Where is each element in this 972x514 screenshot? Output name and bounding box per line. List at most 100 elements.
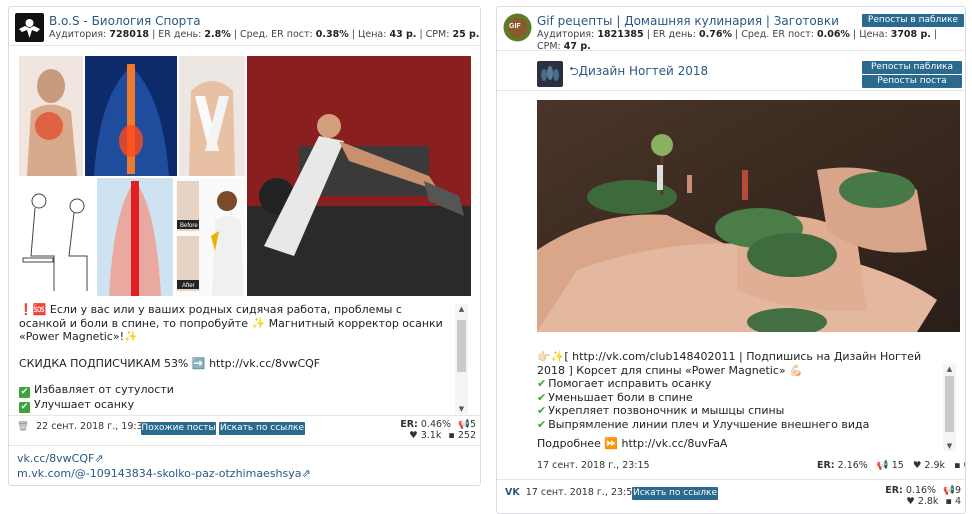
post-header: GIF Gif рецепты | Домашняя кулинария | З… xyxy=(497,7,965,52)
repost-source-avatar[interactable] xyxy=(537,61,563,87)
post-date: 22 сент. 2018 г., 19:31 xyxy=(36,421,149,432)
er-post-label: | Сред. ER пост: xyxy=(233,29,313,40)
checklist-item: ✔ Помогает исправить осанку xyxy=(537,377,712,390)
svg-text:GIF: GIF xyxy=(509,23,521,30)
check-icon: ✔ xyxy=(537,377,547,390)
scroll-up-arrow-icon[interactable]: ▲ xyxy=(455,304,468,314)
search-by-link-button[interactable]: Искать по ссылке xyxy=(632,487,718,500)
post-header: B.o.S - Биология Спорта Аудитория: 72801… xyxy=(9,7,480,46)
scroll-up-arrow-icon[interactable]: ▲ xyxy=(943,364,956,374)
community-avatar[interactable] xyxy=(15,13,44,42)
er-label: ER: xyxy=(400,419,418,430)
cpm-value: 47 р. xyxy=(563,41,591,52)
external-link-icon: ⇗ xyxy=(94,452,104,465)
heart-icon: ♥ xyxy=(912,460,922,471)
er-value: 0.46% xyxy=(420,419,452,430)
post-text-line: СКИДКА ПОДПИСЧИКАМ 53% ➡️ http://vk.cc/8… xyxy=(19,356,321,370)
post-text-line: ❗🆘 Если у вас или у ваших родных сидячая… xyxy=(19,303,402,316)
audience-value: 728018 xyxy=(109,29,150,40)
price-label: | Цена: xyxy=(351,29,387,40)
post-image-nails[interactable] xyxy=(537,100,960,332)
reposts-count: 5 xyxy=(469,419,476,430)
post-text-scrollbar[interactable]: ▲ ▼ xyxy=(455,304,468,414)
spine-pain-photo xyxy=(97,178,173,296)
audience-label: Аудитория: xyxy=(49,29,107,40)
heart-icon: ♥ xyxy=(906,496,915,507)
er-day-value: 2.8% xyxy=(204,29,231,40)
check-icon: ✔ xyxy=(537,404,547,417)
post-date: 17 сент. 2018 г., 23:55 xyxy=(525,487,639,498)
check-icon: ✔ xyxy=(19,402,30,413)
community-stats: Аудитория: 1821385 | ER день: 0.76% | Ср… xyxy=(537,29,938,52)
post-links: vk.cc/8vwCQF⇗ m.vk.com/@-109143834-skolk… xyxy=(17,452,311,480)
checklist-item: ✔ Уменьшает боли в спине xyxy=(537,390,693,404)
post-text-line: 👉🏻✨[ http://vk.com/club148402011 | Подпи… xyxy=(537,350,922,363)
post-card-bos: B.o.S - Биология Спорта Аудитория: 72801… xyxy=(8,6,481,486)
audience-value: 1821385 xyxy=(597,29,644,40)
reposts-in-public-button[interactable]: Репосты в паблике xyxy=(862,14,964,27)
er-post-value: 0.06% xyxy=(816,29,850,40)
checklist-item: ✔ Улучшает осанку xyxy=(19,398,135,413)
cpm-label: | CPM: xyxy=(419,29,450,40)
checklist-item: ✔ Выпрямление линии плеч и Улучшение внеш… xyxy=(537,417,870,431)
before-after-photo: Before After xyxy=(175,178,245,296)
post-reposts-button[interactable]: Репосты поста xyxy=(862,75,962,88)
check-icon: ✔ xyxy=(19,387,30,398)
check-icon: ✔ xyxy=(537,390,547,404)
price-value: 43 р. xyxy=(389,29,417,40)
scrollbar-thumb[interactable] xyxy=(945,376,954,432)
post-footer: 🗑 22 сент. 2018 г., 19:31 xyxy=(17,421,149,432)
post-text: 👉🏻✨[ http://vk.com/club148402011 | Подпи… xyxy=(537,350,921,451)
post-link[interactable]: m.vk.com/@-109143834-skolko-paz-otzhimae… xyxy=(17,467,311,480)
community-avatar[interactable]: GIF xyxy=(503,13,532,42)
search-by-link-button[interactable]: Искать по ссылке xyxy=(219,422,305,435)
inner-post-date: 17 сент. 2018 г., 23:15 xyxy=(537,460,650,471)
heart-icon: ♥ xyxy=(409,430,418,441)
scroll-down-arrow-icon[interactable]: ▼ xyxy=(943,441,956,451)
post-image-collage[interactable]: Before After xyxy=(19,56,471,296)
er-day-value: 0.76% xyxy=(699,29,732,40)
external-link-icon: ⇗ xyxy=(301,467,311,480)
trash-icon[interactable]: 🗑 xyxy=(17,421,29,432)
repost-icon: 📢 xyxy=(943,485,955,496)
comment-icon: ▪ xyxy=(945,496,952,507)
post-metrics: ER: 0.46% 📢5 ♥ 3.1k ▪ 252 xyxy=(394,419,476,441)
comment-icon: ▪ xyxy=(448,430,455,441)
posture-corrector-photo xyxy=(179,56,245,176)
er-post-value: 0.38% xyxy=(315,29,349,40)
gym-pushup-photo xyxy=(247,56,471,296)
post-text-line: осанкой и боли в спине, то попробуйте ✨ … xyxy=(19,316,443,330)
comments-count: 252 xyxy=(457,430,476,441)
checklist-item: ✔ Избавляет от сутулости xyxy=(19,383,174,398)
inner-post-metrics: ER: 2.16% 📢 15 ♥ 2.9k ▪ 0 xyxy=(817,460,965,471)
checklist-item: ✔ Укрепляет позвоночник и мышцы спины xyxy=(537,404,785,417)
likes-count: 3.1k xyxy=(420,430,442,441)
er-day-label: | ER день: xyxy=(152,29,202,40)
similar-posts-button[interactable]: Похожие посты xyxy=(141,422,216,435)
scroll-down-arrow-icon[interactable]: ▼ xyxy=(455,404,468,414)
post-link[interactable]: vk.cc/8vwCQF⇗ xyxy=(17,452,311,465)
cpm-value: 25 р. xyxy=(452,29,480,40)
comment-icon: ▪ xyxy=(954,460,961,471)
public-reposts-button[interactable]: Репосты паблика xyxy=(862,61,962,74)
vk-icon[interactable]: VK xyxy=(505,487,520,498)
repost-source-link[interactable]: ⮌Дизайн Ногтей 2018 xyxy=(569,62,708,83)
repost-source-row: ⮌Дизайн Ногтей 2018 Репосты паблика Репо… xyxy=(497,61,965,91)
repost-icon: 📢 xyxy=(876,460,889,471)
community-title-link[interactable]: Gif рецепты | Домашняя кулинария | Загот… xyxy=(537,14,839,28)
spine-xray-photo xyxy=(85,56,177,176)
price-value: 3708 р. xyxy=(890,29,931,40)
post-footer: VK 17 сент. 2018 г., 23:55 xyxy=(505,487,638,498)
scrollbar-thumb[interactable] xyxy=(457,320,466,372)
back-pain-photo xyxy=(19,56,83,176)
community-title-link[interactable]: B.o.S - Биология Спорта xyxy=(49,14,201,28)
post-card-gif-recipes: GIF Gif рецепты | Домашняя кулинария | З… xyxy=(496,6,966,514)
post-text-scrollbar[interactable]: ▲ ▼ xyxy=(943,364,956,451)
post-text-line: 2018 ] Корсет для спины «Power Magnetic»… xyxy=(537,363,803,377)
before-label: Before xyxy=(180,223,198,229)
after-label: After xyxy=(182,283,195,289)
post-text: ❗🆘 Если у вас или у ваших родных сидячая… xyxy=(19,303,443,413)
post-text-line: «Power Magnetic»!✨ xyxy=(19,330,138,343)
repost-icon: 📢 xyxy=(458,419,470,430)
post-text-line: Подробнее ⏩ http://vk.cc/8uvFaA xyxy=(537,437,728,450)
